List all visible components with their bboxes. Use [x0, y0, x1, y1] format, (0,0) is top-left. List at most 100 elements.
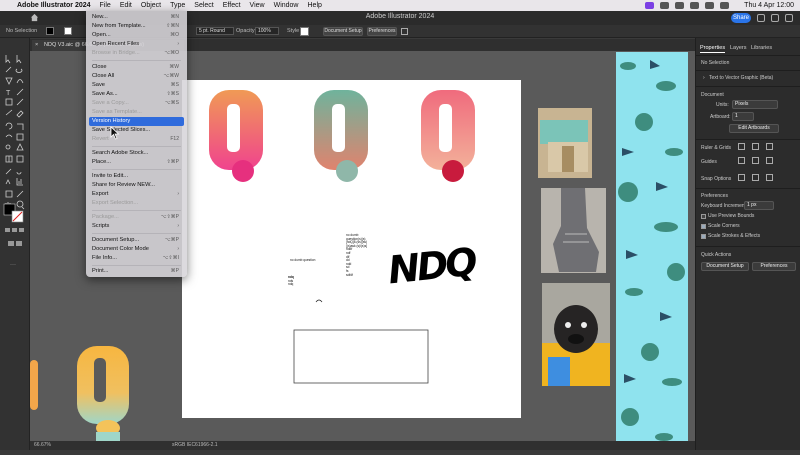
menu-item-invite-edit[interactable]: Invite to Edit... [92, 172, 184, 181]
photo-pug[interactable] [542, 283, 610, 386]
menu-item-save-template[interactable]: Save as Template... [92, 108, 184, 117]
menu-item-save-slices[interactable]: Save Selected Slices... [92, 126, 184, 135]
show-guides-icon[interactable] [738, 157, 745, 164]
menu-item-search-stock[interactable]: Search Adobe Stock... [92, 149, 184, 158]
battery-icon[interactable] [675, 2, 685, 9]
ruler-icon[interactable] [738, 143, 745, 150]
menu-item-close[interactable]: Close ⌘W [92, 63, 184, 72]
menu-item-file-info[interactable]: File Info... ⌥⇧⌘I [92, 254, 184, 263]
close-tab-icon[interactable]: × [35, 40, 38, 51]
eraser-icon [16, 110, 24, 118]
chevron-right-icon: › [177, 191, 179, 197]
menu-item-document-setup[interactable]: Document Setup... ⌥⌘P [92, 236, 184, 245]
zoom-level[interactable]: 66.67% [34, 442, 51, 448]
text-to-vector-item[interactable]: Text to Vector Graphic (Beta) [709, 75, 773, 81]
menu-file[interactable]: File [100, 0, 111, 11]
menu-item-package[interactable]: Package... ⌥⇧⌘P [92, 213, 184, 222]
menu-item-label: Export Selection... [92, 200, 139, 206]
use-preview-bounds-checkbox[interactable] [701, 214, 706, 219]
tab-properties[interactable]: Properties [700, 45, 726, 53]
snap-point-icon[interactable] [738, 174, 745, 181]
chevron-right-icon[interactable]: › [703, 75, 705, 81]
menu-item-browse-bridge[interactable]: Browse in Bridge... ⌥⌘O [92, 49, 184, 58]
snap-pixel-icon[interactable] [752, 174, 759, 181]
free-transform-icon [16, 133, 24, 141]
divider [696, 188, 800, 189]
dumb-question-text[interactable]: no dumb question [290, 258, 315, 263]
style-label: Style [287, 28, 300, 34]
smart-guides-icon[interactable] [766, 157, 773, 164]
pattern-strip[interactable] [616, 52, 688, 441]
style-swatch[interactable] [300, 27, 309, 36]
menu-item-open[interactable]: Open... ⌘O [92, 31, 184, 40]
wifi-icon[interactable] [690, 2, 700, 9]
stroke-swatch[interactable] [64, 27, 72, 35]
search-help-icon[interactable] [757, 14, 765, 22]
photo-sneaker[interactable] [541, 188, 606, 273]
menu-item-document-color-mode[interactable]: Document Color Mode › [92, 245, 184, 254]
menu-edit[interactable]: Edit [120, 0, 132, 11]
lock-guides-icon[interactable] [752, 157, 759, 164]
panel-document-setup-button[interactable]: Document Setup [701, 262, 749, 271]
ndq-logo-text[interactable]: NDQ [386, 240, 477, 293]
menu-view[interactable]: View [250, 0, 265, 11]
arrange-documents-icon[interactable] [401, 28, 408, 35]
workspace-icon[interactable] [771, 14, 779, 22]
scale-corners-checkbox[interactable] [701, 224, 706, 229]
menu-item-place[interactable]: Place... ⇧⌘P [92, 158, 184, 167]
menu-window[interactable]: Window [274, 0, 299, 11]
tab-layers[interactable]: Layers [730, 45, 747, 51]
units-select[interactable]: Pixels [732, 100, 778, 109]
edit-artboards-button[interactable]: Edit Artboards [729, 124, 779, 133]
menu-item-save-copy[interactable]: Save a Copy... ⌥⌘S [92, 99, 184, 108]
menu-item-export-selection[interactable]: Export Selection... [92, 199, 184, 208]
opacity-label[interactable]: Opacity [236, 28, 255, 34]
menu-item-print[interactable]: Print... ⌘P [92, 267, 184, 276]
menu-item-export[interactable]: Export › [92, 190, 184, 199]
menu-type[interactable]: Type [170, 0, 185, 11]
menu-app-name[interactable]: Adobe Illustrator 2024 [17, 0, 91, 11]
document-setup-button[interactable]: Document Setup [323, 27, 363, 36]
fill-swatch[interactable] [46, 27, 54, 35]
menu-item-scripts[interactable]: Scripts › [92, 222, 184, 231]
menu-item-share-review[interactable]: Share for Review NEW... [92, 181, 184, 190]
menu-select[interactable]: Select [194, 0, 213, 11]
artboard-tool-icon [5, 190, 13, 198]
artboard-select[interactable]: 1 [732, 112, 754, 121]
app-status-icon[interactable] [645, 2, 655, 9]
paintbrush-icon [16, 98, 24, 106]
search-icon[interactable] [705, 2, 715, 9]
grid-icon[interactable] [752, 143, 759, 150]
menu-help[interactable]: Help [308, 0, 322, 11]
menubar-clock[interactable]: Thu 4 Apr 12:00 [744, 0, 794, 11]
green-q-logo [314, 90, 368, 182]
record-icon[interactable] [660, 2, 670, 9]
menu-item-revert[interactable]: Revert F12 [92, 135, 184, 144]
panel-preferences-button[interactable]: Preferences [752, 262, 796, 271]
paragraph-text-block[interactable]: no dumb question(s)(s) [ndQ]8.(ss)(ss) [… [346, 233, 367, 277]
menu-item-version-history[interactable]: Version History [89, 117, 184, 126]
menu-object[interactable]: Object [141, 0, 161, 11]
stroke-profile-select[interactable]: 5 pt. Round [196, 27, 234, 35]
photo-cardboard-box[interactable] [538, 108, 592, 178]
tab-libraries[interactable]: Libraries [751, 45, 772, 51]
menu-item-save[interactable]: Save ⌘S [92, 81, 184, 90]
preferences-button[interactable]: Preferences [367, 27, 397, 36]
menu-item-new[interactable]: New... ⌘N [92, 13, 184, 22]
empty-rectangle [293, 329, 429, 384]
control-center-icon[interactable] [720, 2, 730, 9]
arrange-icon[interactable] [785, 14, 793, 22]
menu-item-close-all[interactable]: Close All ⌥⌘W [92, 72, 184, 81]
menu-item-new-from-template[interactable]: New from Template... ⇧⌘N [92, 22, 184, 31]
transparency-grid-icon[interactable] [766, 143, 773, 150]
share-button[interactable]: Share [731, 13, 751, 23]
menu-item-save-as[interactable]: Save As... ⇧⌘S [92, 90, 184, 99]
keyboard-increment-input[interactable]: 1 px [744, 201, 774, 210]
ndq-small-text[interactable]: ndq nds ndq [288, 275, 294, 287]
pasteboard-artwork[interactable] [30, 340, 130, 441]
scale-strokes-checkbox[interactable] [701, 234, 706, 239]
menu-effect[interactable]: Effect [223, 0, 241, 11]
snap-glyph-icon[interactable] [766, 174, 773, 181]
opacity-input[interactable]: 100% [255, 27, 279, 35]
menu-item-open-recent[interactable]: Open Recent Files › [92, 40, 184, 49]
